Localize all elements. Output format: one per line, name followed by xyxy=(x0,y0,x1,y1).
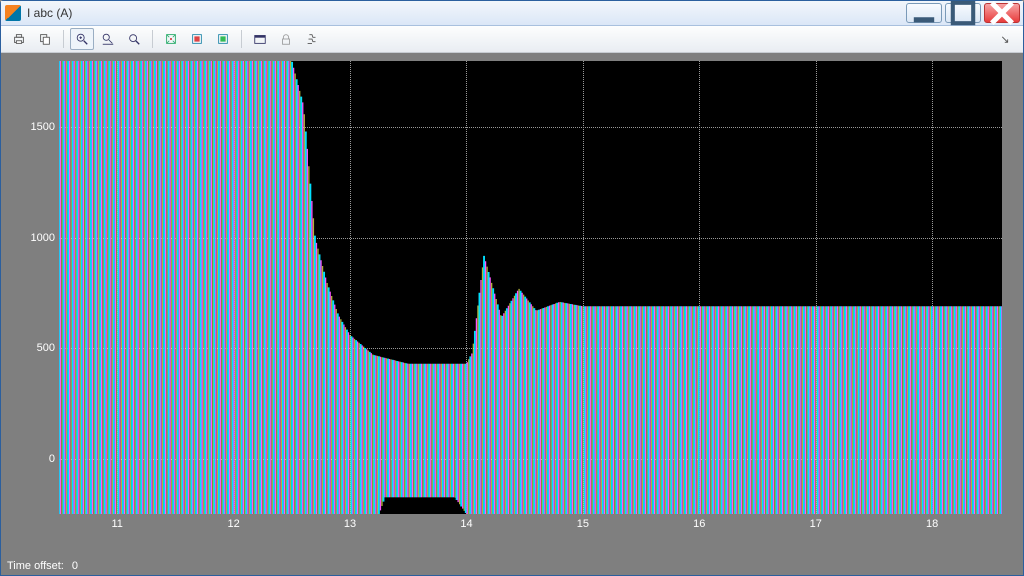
save-axes-button[interactable] xyxy=(185,28,209,50)
float-button[interactable] xyxy=(248,28,272,50)
minimize-button[interactable] xyxy=(906,3,942,23)
x-tick-label: 12 xyxy=(228,518,240,530)
scope-axes-area[interactable]: 11 12 13 14 15 16 17 18 0 500 1000 1500 xyxy=(9,61,1015,549)
window-buttons xyxy=(906,1,1023,25)
x-tick-label: 16 xyxy=(693,518,705,530)
x-tick-label: 17 xyxy=(810,518,822,530)
scope-axes[interactable] xyxy=(59,61,1002,514)
lock-button[interactable] xyxy=(274,28,298,50)
matlab-logo-icon xyxy=(5,5,21,21)
time-offset-label: Time offset: xyxy=(7,560,64,572)
y-tick-label: 1500 xyxy=(31,121,55,133)
zoom-y-button[interactable] xyxy=(122,28,146,50)
signal-svg xyxy=(59,61,1002,514)
zoom-x-button[interactable] xyxy=(96,28,120,50)
dropdown-indicator-icon[interactable]: ↘ xyxy=(993,28,1017,50)
restore-axes-button[interactable] xyxy=(211,28,235,50)
parameters-button[interactable] xyxy=(300,28,324,50)
y-tick-label: 500 xyxy=(37,342,55,354)
time-offset-value: 0 xyxy=(72,560,78,572)
x-tick-label: 13 xyxy=(344,518,356,530)
x-tick-label: 15 xyxy=(577,518,589,530)
x-tick-label: 14 xyxy=(460,518,472,530)
toolbar-separator xyxy=(152,30,153,48)
maximize-button[interactable] xyxy=(945,3,981,23)
close-button[interactable] xyxy=(984,3,1020,23)
x-tick-label: 18 xyxy=(926,518,938,530)
window-title: I abc (A) xyxy=(27,6,72,20)
titlebar: I abc (A) xyxy=(1,1,1023,26)
copy-figure-button[interactable] xyxy=(33,28,57,50)
zoom-in-button[interactable] xyxy=(70,28,94,50)
y-tick-label: 1000 xyxy=(31,232,55,244)
scope-plot-wrapper: 11 12 13 14 15 16 17 18 0 500 1000 1500 Time offset… xyxy=(1,53,1023,575)
scope-window: I abc (A) ↘ 11 12 13 14 15 16 17 18 0 500 1000 1500… xyxy=(0,0,1024,576)
print-button[interactable] xyxy=(7,28,31,50)
x-tick-label: 11 xyxy=(111,518,122,530)
status-bar: Time offset: 0 xyxy=(1,557,1023,575)
y-tick-label: 0 xyxy=(49,453,55,465)
toolbar-separator xyxy=(63,30,64,48)
autoscale-button[interactable] xyxy=(159,28,183,50)
toolbar-separator xyxy=(241,30,242,48)
toolbar: ↘ xyxy=(1,26,1023,53)
